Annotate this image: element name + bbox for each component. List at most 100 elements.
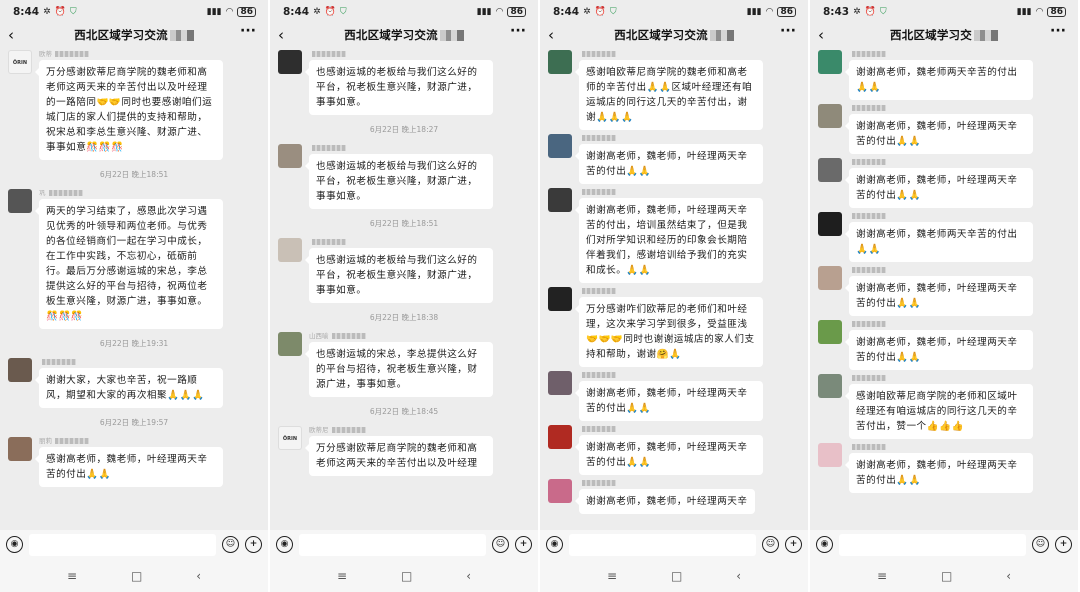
avatar[interactable] — [548, 134, 572, 158]
avatar[interactable] — [8, 189, 32, 213]
message-bubble[interactable]: 谢谢高老师，魏老师两天辛苦的付出🙏🙏 — [845, 60, 1033, 100]
sender-name — [579, 188, 800, 197]
voice-icon[interactable]: ◉ — [816, 536, 833, 553]
avatar[interactable] — [548, 425, 572, 449]
message-bubble[interactable]: 谢谢高老师，魏老师，叶经理两天辛苦的付出🙏🙏 — [845, 168, 1033, 208]
menu-nav-icon[interactable]: ≡ — [337, 569, 347, 583]
shield-icon: ⛉ — [69, 7, 77, 17]
plus-icon[interactable]: + — [515, 536, 532, 553]
back-nav-icon[interactable]: ‹ — [1006, 569, 1011, 583]
message-bubble[interactable]: 谢谢高老师，魏老师，叶经理两天辛 — [575, 489, 755, 514]
avatar[interactable] — [818, 50, 842, 74]
message-bubble[interactable]: 感谢高老师，魏老师，叶经理两天辛苦的付出🙏🙏 — [35, 447, 223, 487]
emoji-icon[interactable]: ☺ — [492, 536, 509, 553]
message-bubble[interactable]: 万分感谢欧蒂尼商学院的魏老师和高老师这两天来的辛苦付出以及叶经理 — [305, 436, 493, 476]
back-nav-icon[interactable]: ‹ — [466, 569, 471, 583]
home-nav-icon[interactable]: □ — [131, 569, 142, 583]
emoji-icon[interactable]: ☺ — [762, 536, 779, 553]
shield-icon: ⛉ — [339, 7, 347, 17]
avatar[interactable] — [278, 50, 302, 74]
avatar[interactable] — [8, 358, 32, 382]
plus-icon[interactable]: + — [245, 536, 262, 553]
avatar[interactable] — [818, 104, 842, 128]
back-nav-icon[interactable]: ‹ — [196, 569, 201, 583]
message-bubble[interactable]: 谢谢高老师，魏老师两天辛苦的付出🙏🙏 — [845, 222, 1033, 262]
message-row: 谢谢高老师，魏老师，叶经理两天辛苦的付出🙏🙏 — [540, 134, 808, 184]
message-bubble[interactable]: 万分感谢咋们欧蒂尼的老师们和叶经理，这次来学习学到很多，受益匪浅🤝🤝🤝同时也谢谢… — [575, 297, 763, 367]
avatar[interactable] — [818, 158, 842, 182]
message-input[interactable] — [29, 533, 216, 556]
battery-icon: 86 — [507, 7, 526, 17]
emoji-icon[interactable]: ☺ — [222, 536, 239, 553]
message-bubble[interactable]: 也感谢运城的老板给与我们这么好的平台，祝老板生意兴隆，财源广进，事事如意。 — [305, 60, 493, 115]
message-bubble[interactable]: 谢谢高老师，魏老师，叶经理两天辛苦的付出🙏🙏 — [845, 114, 1033, 154]
message-bubble[interactable]: 万分感谢欧蒂尼商学院的魏老师和高老师这两天来的辛苦付出以及叶经理的一路陪同🤝🤝同… — [35, 60, 223, 160]
chat-area[interactable]: 感谢咱欧蒂尼商学院的魏老师和高老师的辛苦付出🙏🙏区域叶经理还有咱运城店的同行这几… — [540, 46, 808, 530]
avatar[interactable] — [818, 212, 842, 236]
avatar[interactable] — [548, 287, 572, 311]
chat-area[interactable]: 也感谢运城的老板给与我们这么好的平台，祝老板生意兴隆，财源广进，事事如意。 6月2… — [270, 46, 538, 530]
message-input[interactable] — [569, 533, 756, 556]
screenshot-collage: 8:44 ✲ ⏰ ⛉ ▮▮▮ ◠ 86 西北区域学习交流 ‹ ··· ÖRIN 欧蒂 万分感谢欧蒂尼商学… — [0, 0, 1080, 592]
home-nav-icon[interactable]: □ — [401, 569, 412, 583]
more-icon[interactable]: ··· — [1050, 23, 1066, 39]
blurred-name — [55, 438, 89, 444]
avatar[interactable] — [548, 479, 572, 503]
avatar[interactable] — [548, 188, 572, 212]
avatar[interactable]: ÖRIN — [278, 426, 302, 450]
message-row: 谢谢高老师，魏老师，叶经理两天辛苦的付出🙏🙏 — [810, 158, 1078, 208]
chat-area[interactable]: ÖRIN 欧蒂 万分感谢欧蒂尼商学院的魏老师和高老师这两天来的辛苦付出以及叶经理的一… — [0, 46, 268, 530]
avatar[interactable] — [818, 443, 842, 467]
message-bubble[interactable]: 也感谢运城的老板给与我们这么好的平台，祝老板生意兴隆，财源广进，事事如意。 — [305, 248, 493, 303]
voice-icon[interactable]: ◉ — [6, 536, 23, 553]
more-icon[interactable]: ··· — [780, 23, 796, 39]
emoji-icon[interactable]: ☺ — [1032, 536, 1049, 553]
message-row: 谢谢高老师，魏老师，叶经理两天辛苦的付出🙏🙏 — [810, 266, 1078, 316]
chat-area[interactable]: 谢谢高老师，魏老师两天辛苦的付出🙏🙏 谢谢高老师，魏老师，叶经理两天辛苦的付出🙏🙏… — [810, 46, 1078, 530]
message-bubble[interactable]: 谢谢高老师，魏老师，叶经理两天辛苦的付出🙏🙏 — [575, 381, 763, 421]
message-bubble[interactable]: 感谢咱欧蒂尼商学院的老师和区域叶经理还有咱运城店的同行这几天的辛苦付出，赞一个👍… — [845, 384, 1033, 439]
signal-icon: ▮▮▮ — [206, 7, 222, 17]
avatar[interactable] — [278, 332, 302, 356]
message-bubble[interactable]: 谢谢高老师，魏老师，叶经理两天辛苦的付出🙏🙏 — [845, 453, 1033, 493]
plus-icon[interactable]: + — [785, 536, 802, 553]
sender-name — [849, 374, 1070, 383]
avatar[interactable] — [278, 144, 302, 168]
message-bubble[interactable]: 也感谢运城的老板给与我们这么好的平台，祝老板生意兴隆，财源广进，事事如意。 — [305, 154, 493, 209]
voice-icon[interactable]: ◉ — [276, 536, 293, 553]
more-icon[interactable]: ··· — [240, 23, 256, 39]
home-nav-icon[interactable]: □ — [941, 569, 952, 583]
avatar[interactable] — [818, 374, 842, 398]
menu-nav-icon[interactable]: ≡ — [607, 569, 617, 583]
avatar[interactable] — [278, 238, 302, 262]
back-nav-icon[interactable]: ‹ — [736, 569, 741, 583]
avatar[interactable] — [8, 437, 32, 461]
avatar[interactable] — [818, 320, 842, 344]
voice-icon[interactable]: ◉ — [546, 536, 563, 553]
message-bubble[interactable]: 谢谢高老师，魏老师，叶经理两天辛苦的付出🙏🙏 — [845, 276, 1033, 316]
avatar[interactable] — [818, 266, 842, 290]
message-bubble[interactable]: 感谢咱欧蒂尼商学院的魏老师和高老师的辛苦付出🙏🙏区域叶经理还有咱运城店的同行这几… — [575, 60, 763, 130]
message-bubble[interactable]: 两天的学习结束了，感恩此次学习遇见优秀的叶领导和两位老师。与优秀的各位经销商们一… — [35, 199, 223, 329]
message-bubble[interactable]: 谢谢高老师，魏老师，叶经理两天辛苦的付出🙏🙏 — [845, 330, 1033, 370]
home-nav-icon[interactable]: □ — [671, 569, 682, 583]
message-input[interactable] — [299, 533, 486, 556]
message-bubble[interactable]: 谢谢高老师，魏老师，叶经理两天辛苦的付出，培训虽然结束了，但是我们对所学知识和经… — [575, 198, 763, 283]
status-right: ▮▮▮ ◠ 86 — [477, 7, 526, 17]
plus-icon[interactable]: + — [1055, 536, 1072, 553]
wifi-icon: ◠ — [495, 7, 504, 17]
message-body: 谢谢高老师，魏老师两天辛苦的付出🙏🙏 — [845, 50, 1070, 100]
message-bubble[interactable]: 也感谢运城的宋总，李总提供这么好的平台与招待，祝老板生意兴隆，财源广进，事事如意… — [305, 342, 493, 397]
avatar[interactable] — [548, 50, 572, 74]
alarm-icon: ⏰ — [324, 7, 336, 17]
blurred-title-suffix — [709, 30, 734, 41]
more-icon[interactable]: ··· — [510, 23, 526, 39]
message-bubble[interactable]: 谢谢高老师，魏老师，叶经理两天辛苦的付出🙏🙏 — [575, 435, 763, 475]
message-input[interactable] — [839, 533, 1026, 556]
menu-nav-icon[interactable]: ≡ — [67, 569, 77, 583]
message-bubble[interactable]: 谢谢高老师，魏老师，叶经理两天辛苦的付出🙏🙏 — [575, 144, 763, 184]
menu-nav-icon[interactable]: ≡ — [877, 569, 887, 583]
message-bubble[interactable]: 谢谢大家，大家也辛苦，祝一路顺风，期望和大家的再次相聚🙏🙏🙏 — [35, 368, 223, 408]
avatar[interactable]: ÖRIN — [8, 50, 32, 74]
avatar[interactable] — [548, 371, 572, 395]
